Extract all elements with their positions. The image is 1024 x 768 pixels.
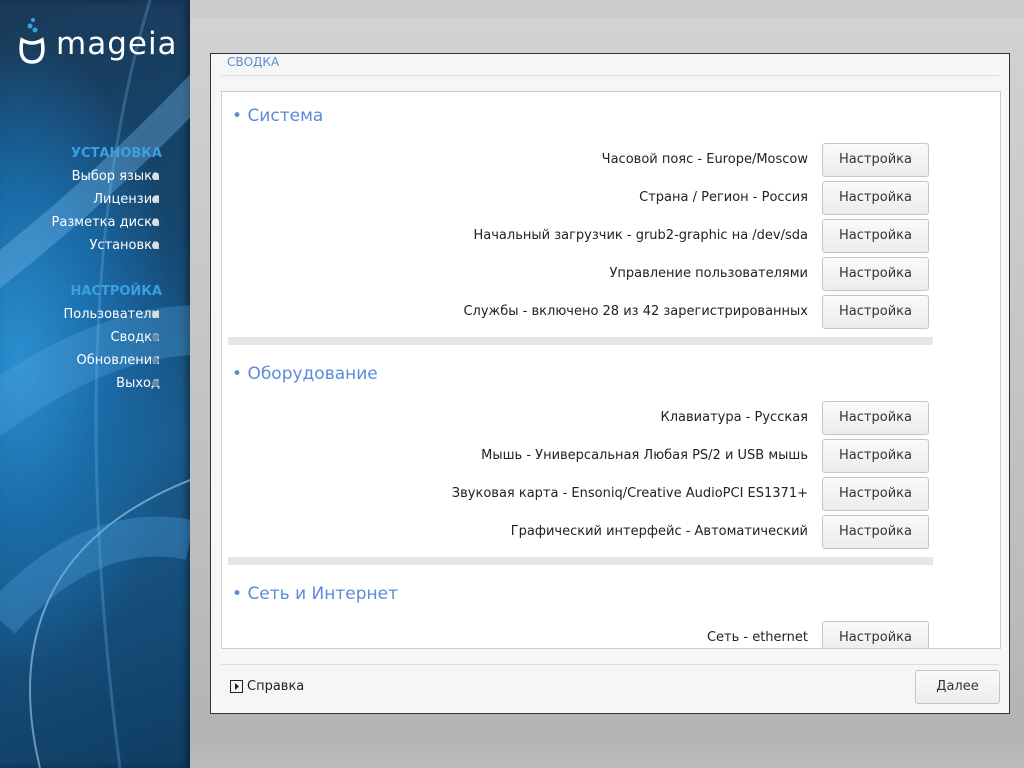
cauldron-icon bbox=[19, 18, 45, 64]
summary-scroll-panel[interactable]: • Система Часовой пояс - Europe/Moscow Н… bbox=[221, 91, 1001, 649]
summary-dialog: СВОДКА • Система Часовой пояс - Europe/M… bbox=[210, 53, 1010, 714]
users-configure-button[interactable]: Настройка bbox=[822, 257, 929, 291]
nav-item-users: Пользователи bbox=[63, 307, 160, 322]
timezone-label: Часовой пояс - Europe/Moscow bbox=[601, 152, 808, 167]
graphics-configure-button[interactable]: Настройка bbox=[822, 515, 929, 549]
section-title-config: НАСТРОЙКА bbox=[70, 284, 163, 299]
soundcard-configure-button[interactable]: Настройка bbox=[822, 477, 929, 511]
nav-item-install: Установка bbox=[89, 238, 160, 253]
step-dot bbox=[152, 196, 159, 203]
section-heading-system: • Система bbox=[232, 106, 324, 126]
dialog-title: СВОДКА bbox=[227, 55, 280, 69]
mageia-logo: mageia bbox=[16, 16, 178, 64]
help-button[interactable]: Справка bbox=[230, 679, 304, 694]
step-dot bbox=[152, 219, 159, 226]
country-configure-button[interactable]: Настройка bbox=[822, 181, 929, 215]
graphics-label: Графический интерфейс - Автоматический bbox=[510, 524, 808, 539]
soundcard-label: Звуковая карта - Ensoniq/Creative AudioP… bbox=[451, 486, 808, 501]
step-dot bbox=[152, 380, 159, 387]
divider bbox=[221, 75, 999, 76]
country-label: Страна / Регион - Россия bbox=[639, 190, 808, 205]
section-separator bbox=[228, 337, 933, 345]
divider bbox=[221, 664, 999, 665]
services-label: Службы - включено 28 из 42 зарегистриров… bbox=[463, 304, 808, 319]
section-heading-network: • Сеть и Интернет bbox=[232, 584, 399, 604]
section-separator bbox=[228, 557, 933, 565]
bootloader-configure-button[interactable]: Настройка bbox=[822, 219, 929, 253]
keyboard-configure-button[interactable]: Настройка bbox=[822, 401, 929, 435]
timezone-configure-button[interactable]: Настройка bbox=[822, 143, 929, 177]
next-button[interactable]: Далее bbox=[915, 670, 1000, 704]
nav-item-updates: Обновления bbox=[76, 353, 160, 368]
step-dot bbox=[152, 357, 159, 364]
step-dot bbox=[152, 334, 159, 341]
keyboard-label: Клавиатура - Русская bbox=[660, 410, 809, 425]
nav-item-partitioning: Разметка диска bbox=[51, 215, 160, 230]
section-heading-hardware: • Оборудование bbox=[232, 364, 378, 384]
section-title-install: УСТАНОВКА bbox=[70, 146, 162, 161]
nav-item-license: Лицензия bbox=[93, 192, 160, 207]
sidebar: mageia УСТАНОВКА Выбор языка Лицензия Ра… bbox=[0, 0, 190, 768]
background-swirl bbox=[0, 0, 190, 768]
step-dot bbox=[152, 173, 159, 180]
bootloader-label: Начальный загрузчик - grub2-graphic на /… bbox=[473, 228, 809, 243]
users-label: Управление пользователями bbox=[609, 266, 808, 281]
step-dot bbox=[152, 311, 159, 318]
nav-item-language: Выбор языка bbox=[71, 169, 160, 184]
step-dot bbox=[152, 242, 159, 249]
services-configure-button[interactable]: Настройка bbox=[822, 295, 929, 329]
mouse-configure-button[interactable]: Настройка bbox=[822, 439, 929, 473]
network-configure-button[interactable]: Настройка bbox=[822, 621, 929, 648]
expander-arrow-icon bbox=[230, 680, 243, 693]
mouse-label: Мышь - Универсальная Любая PS/2 и USB мы… bbox=[481, 448, 808, 463]
network-label: Сеть - ethernet bbox=[706, 630, 808, 645]
